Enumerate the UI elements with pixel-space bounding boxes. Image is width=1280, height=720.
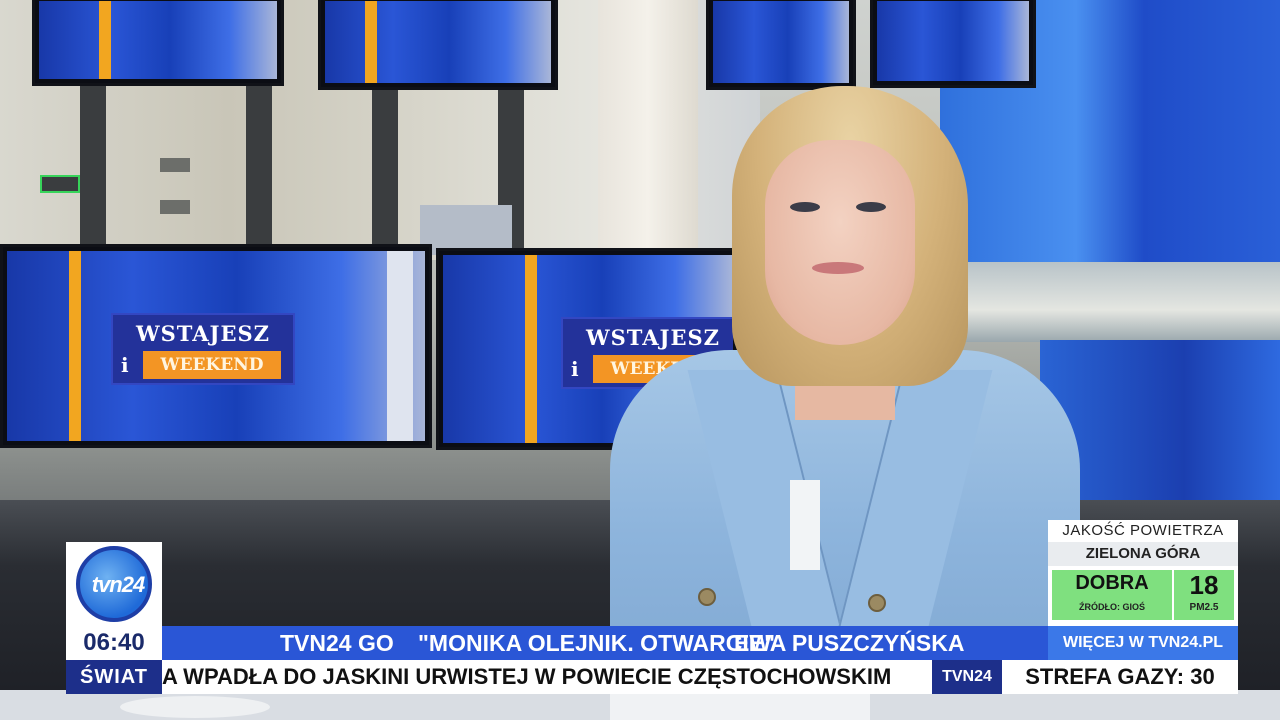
headline-item: TVN24 GO bbox=[280, 630, 394, 656]
air-quality-city: ZIELONA GÓRA bbox=[1048, 542, 1238, 566]
channel-logo: tvn24 bbox=[66, 542, 162, 626]
air-quality-source: ŹRÓDŁO: GIOŚ bbox=[1079, 602, 1145, 612]
top-monitor bbox=[32, 0, 284, 86]
more-link: WIĘCEJ W TVN24.PL bbox=[1048, 626, 1238, 660]
air-quality-unit: PM2.5 bbox=[1189, 602, 1219, 613]
air-quality-number: 18 bbox=[1189, 570, 1219, 600]
headline-item: "MONIKA OLEJNIK. OTWARCIE" bbox=[418, 630, 776, 656]
headline-item: EWA PUSZCZYŃSKA bbox=[734, 630, 965, 656]
news-ticker: A WPADŁA DO JASKINI URWISTEJ W POWIECIE … bbox=[162, 660, 932, 694]
broadcast-clock: 06:40 bbox=[66, 626, 162, 660]
ticker-category: ŚWIAT bbox=[66, 660, 162, 694]
wall-sign bbox=[160, 158, 190, 172]
headline-bar: TVN24 GO "MONIKA OLEJNIK. OTWARCIE" EWA … bbox=[162, 626, 1048, 660]
top-monitor bbox=[870, 0, 1036, 88]
ticker-text: A WPADŁA DO JASKINI URWISTEJ W POWIECIE … bbox=[162, 664, 892, 689]
green-indicator-light bbox=[40, 175, 80, 193]
air-quality-widget: JAKOŚĆ POWIETRZA ZIELONA GÓRA DOBRA ŹRÓD… bbox=[1048, 520, 1238, 626]
wall-sign bbox=[160, 200, 190, 214]
top-monitor bbox=[706, 0, 856, 90]
studio-monitor-left: WSTAJESZ i WEEKEND bbox=[0, 244, 432, 448]
ticker-brand: TVN24 bbox=[932, 660, 1002, 694]
show-logo: WSTAJESZ i WEEKEND bbox=[111, 313, 295, 385]
top-monitor bbox=[318, 0, 558, 90]
desk-papers bbox=[610, 690, 870, 720]
ticker-right-text: STREFA GAZY: 30 bbox=[1002, 660, 1238, 694]
air-quality-title: JAKOŚĆ POWIETRZA bbox=[1062, 522, 1224, 539]
tvn24-logo-icon: tvn24 bbox=[76, 546, 152, 622]
desk-cup bbox=[120, 696, 270, 718]
news-presenter bbox=[600, 80, 1100, 720]
presenter-face bbox=[765, 140, 915, 345]
air-quality-status-label: DOBRA bbox=[1075, 572, 1149, 594]
air-quality-value: 18 PM2.5 bbox=[1174, 570, 1234, 620]
air-quality-status: DOBRA ŹRÓDŁO: GIOŚ bbox=[1052, 570, 1172, 620]
